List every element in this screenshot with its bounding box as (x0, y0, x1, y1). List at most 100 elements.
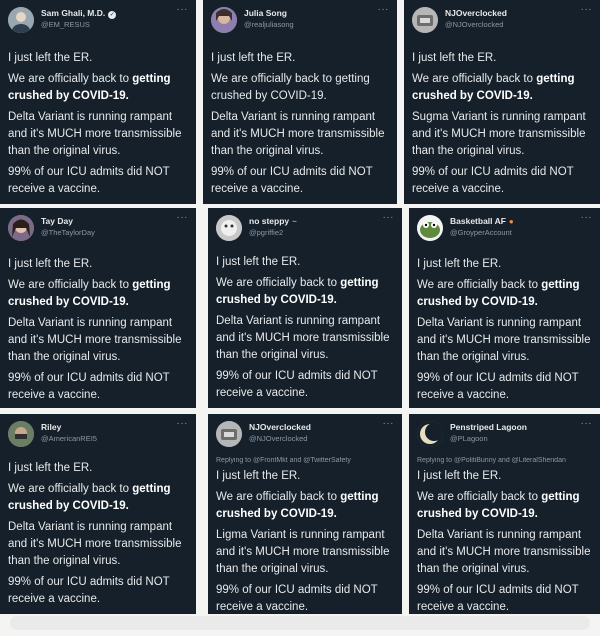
snake-emoji-icon: ~ (292, 217, 297, 226)
tweet-line: Sugma Variant is running rampant and it'… (412, 111, 586, 157)
display-name[interactable]: Riley (41, 422, 61, 432)
more-options-icon[interactable]: ··· (383, 418, 395, 429)
tweet-text: I just left the ER. We are officially ba… (8, 50, 190, 202)
tweet-line: 99% of our ICU admits did NOT receive a … (216, 370, 378, 399)
tweet-line: I just left the ER. (211, 52, 296, 64)
tweet-text: I just left the ER. We are officially ba… (211, 50, 391, 202)
tweet-line: I just left the ER. (216, 470, 301, 482)
avatar[interactable] (211, 7, 237, 33)
tweet-line: Delta Variant is running rampant and it'… (8, 521, 182, 567)
tweet-line: We are officially back to getting crushe… (8, 483, 171, 512)
tweet-line: 99% of our ICU admits did NOT receive a … (8, 576, 170, 605)
tweet-line: I just left the ER. (417, 258, 502, 270)
more-options-icon[interactable]: ··· (581, 212, 593, 223)
tweet-line: 99% of our ICU admits did NOT receive a … (412, 166, 574, 195)
user-avatar-icon (8, 7, 34, 33)
more-options-icon[interactable]: ··· (177, 418, 189, 429)
tweet-line: We are officially back to getting crushe… (8, 279, 171, 308)
tweet-text: I just left the ER. We are officially ba… (412, 50, 594, 202)
user-avatar-icon (417, 215, 443, 241)
user-avatar-icon (216, 215, 242, 241)
tweet-line: Delta Variant is running rampant and it'… (8, 111, 182, 157)
tweet-header: Tay Day @TheTaylorDay ··· (8, 212, 189, 245)
user-handle[interactable]: @pgriffie2 (249, 228, 283, 237)
user-handle[interactable]: @GroyperAccount (450, 228, 512, 237)
avatar[interactable] (417, 421, 443, 447)
avatar[interactable] (216, 421, 242, 447)
tweet-line: 99% of our ICU admits did NOT receive a … (417, 584, 579, 613)
tweet-text: I just left the ER. We are officially ba… (417, 256, 594, 408)
user-avatar-icon (8, 215, 34, 241)
tweet-text: I just left the ER. We are officially ba… (417, 468, 594, 614)
user-handle[interactable]: @PLagoon (450, 434, 488, 443)
more-options-icon[interactable]: ··· (581, 4, 593, 15)
avatar[interactable] (216, 215, 242, 241)
tweet-line: Delta Variant is running rampant and it'… (216, 315, 390, 361)
bottom-bar (10, 616, 590, 630)
display-name[interactable]: Julia Song (244, 8, 287, 18)
tweet-header: NJOverclocked @NJOverclocked ··· (216, 418, 395, 451)
more-options-icon[interactable]: ··· (581, 418, 593, 429)
user-avatar-icon (211, 7, 237, 33)
display-name[interactable]: Basketball AF ● (450, 216, 514, 226)
tweet-card: Tay Day @TheTaylorDay ··· I just left th… (0, 208, 196, 408)
tweet-line: 99% of our ICU admits did NOT receive a … (8, 372, 170, 401)
tweet-text: I just left the ER. We are officially ba… (8, 460, 190, 612)
display-name[interactable]: Sam Ghali, M.D. ✓ (41, 8, 117, 19)
tweet-card: Sam Ghali, M.D. ✓ @EM_RESUS ··· I just le… (0, 0, 196, 204)
tweet-text: I just left the ER. We are officially ba… (216, 254, 396, 406)
more-options-icon[interactable]: ··· (177, 4, 189, 15)
tweet-header: Sam Ghali, M.D. ✓ @EM_RESUS ··· (8, 4, 189, 37)
tweet-line: I just left the ER. (412, 52, 497, 64)
more-options-icon[interactable]: ··· (383, 212, 395, 223)
display-name[interactable]: no steppy ~ (249, 216, 297, 226)
user-handle[interactable]: @NJOverclocked (249, 434, 307, 443)
tweet-header: Penstriped Lagoon @PLagoon ··· (417, 418, 593, 451)
avatar[interactable] (412, 7, 438, 33)
replying-to-text[interactable]: Replying to @FrontMkt and @TwitterSafety (216, 457, 398, 464)
tweet-line: I just left the ER. (8, 52, 93, 64)
user-avatar-icon (417, 421, 443, 447)
tweet-text: I just left the ER. We are officially ba… (8, 256, 190, 408)
display-name[interactable]: NJOverclocked (249, 422, 311, 432)
avatar[interactable] (8, 7, 34, 33)
tweet-header: NJOverclocked @NJOverclocked ··· (412, 4, 593, 37)
display-name[interactable]: Tay Day (41, 216, 73, 226)
more-options-icon[interactable]: ··· (177, 212, 189, 223)
display-name[interactable]: Penstriped Lagoon (450, 422, 527, 432)
tweet-card: Penstriped Lagoon @PLagoon ··· Replying … (409, 414, 600, 614)
tweet-screenshot-grid: Sam Ghali, M.D. ✓ @EM_RESUS ··· I just le… (0, 0, 600, 636)
avatar[interactable] (8, 421, 34, 447)
user-handle[interactable]: @AmericanREI5 (41, 434, 97, 443)
tweet-line: Delta Variant is running rampant and it'… (8, 317, 182, 363)
basketball-emoji-icon: ● (508, 217, 514, 226)
display-name[interactable]: NJOverclocked (445, 8, 507, 18)
tweet-line: I just left the ER. (216, 256, 301, 268)
tweet-card: no steppy ~ @pgriffie2 ··· I just left th… (208, 208, 402, 408)
more-options-icon[interactable]: ··· (378, 4, 390, 15)
user-handle[interactable]: @EM_RESUS (41, 20, 90, 29)
tweet-line: We are officially back to getting crushe… (211, 73, 370, 102)
tweet-line: Delta Variant is running rampant and it'… (417, 317, 591, 363)
tweet-line: 99% of our ICU admits did NOT receive a … (211, 166, 373, 195)
verified-badge-icon: ✓ (108, 11, 117, 19)
tweet-line: I just left the ER. (8, 462, 93, 474)
tweet-line: We are officially back to getting crushe… (216, 491, 379, 520)
user-handle[interactable]: @TheTaylorDay (41, 228, 95, 237)
avatar[interactable] (8, 215, 34, 241)
user-avatar-icon (8, 421, 34, 447)
tweet-line: Delta Variant is running rampant and it'… (417, 529, 591, 575)
replying-to-text[interactable]: Replying to @PolitiBunny and @LiteralShe… (417, 457, 596, 464)
tweet-card: Julia Song @realjuliasong ··· I just lef… (203, 0, 397, 204)
user-handle[interactable]: @realjuliasong (244, 20, 294, 29)
tweet-line: We are officially back to getting crushe… (412, 73, 575, 102)
user-avatar-icon (412, 7, 438, 33)
tweet-line: 99% of our ICU admits did NOT receive a … (417, 372, 579, 401)
tweet-card: Riley @AmericanREI5 ··· I just left the … (0, 414, 196, 614)
tweet-line: We are officially back to getting crushe… (417, 491, 580, 520)
tweet-line: 99% of our ICU admits did NOT receive a … (8, 166, 170, 195)
user-handle[interactable]: @NJOverclocked (445, 20, 503, 29)
tweet-line: 99% of our ICU admits did NOT receive a … (216, 584, 378, 613)
avatar[interactable] (417, 215, 443, 241)
tweet-line: We are officially back to getting crushe… (8, 73, 171, 102)
